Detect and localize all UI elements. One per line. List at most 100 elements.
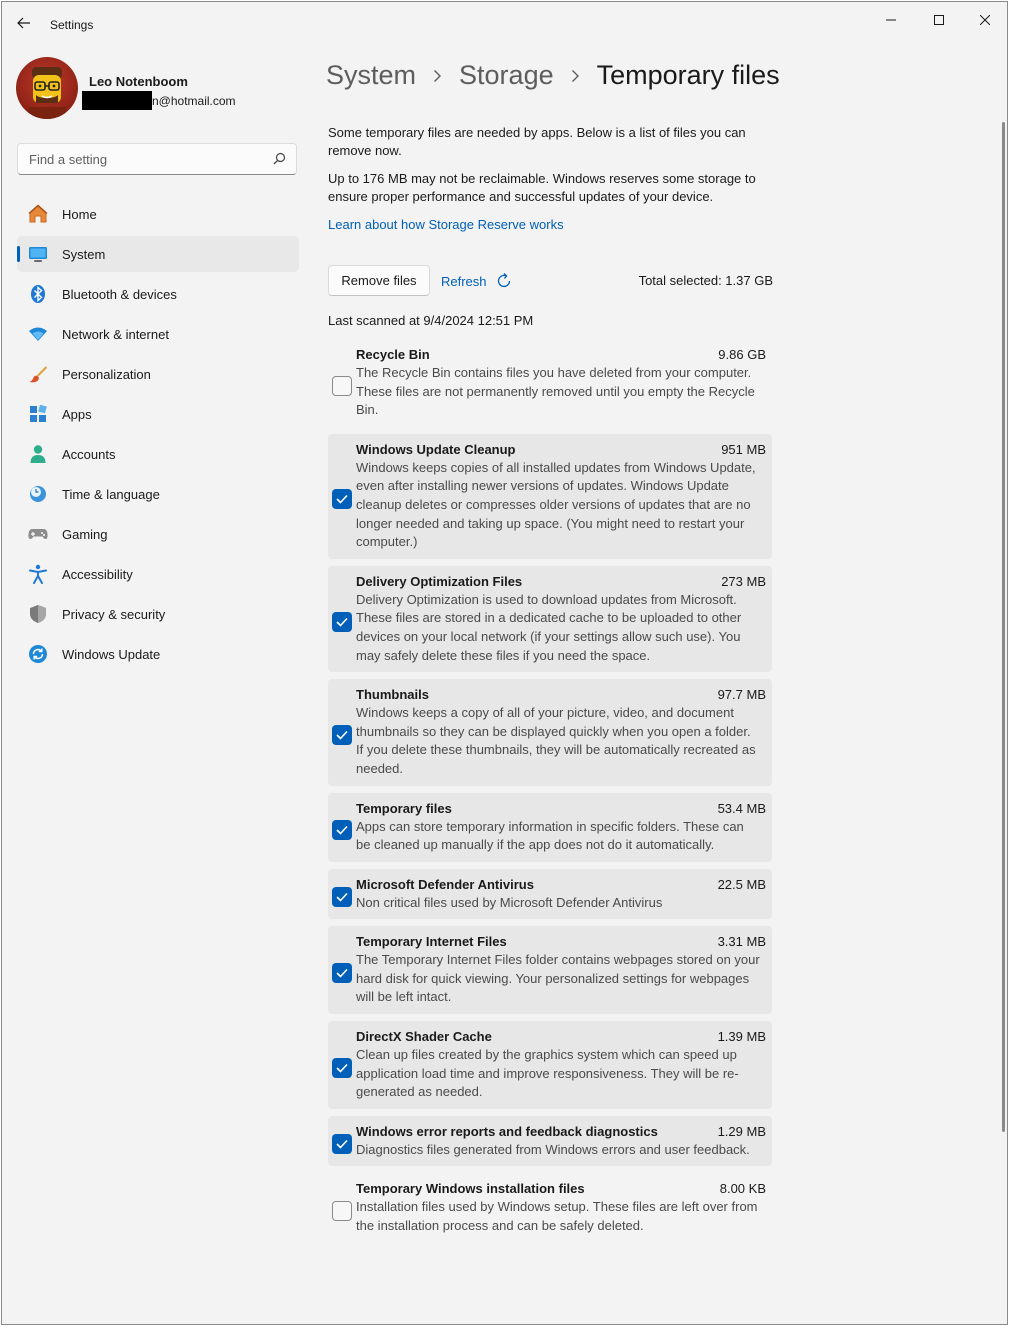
- sidebar-item-label: Bluetooth & devices: [62, 287, 177, 302]
- file-description: Windows keeps copies of all installed up…: [356, 459, 756, 550]
- file-name: Windows Update Cleanup: [356, 441, 516, 457]
- search-icon: [273, 152, 286, 165]
- account-icon: [28, 444, 48, 464]
- file-size: 1.29 MB: [717, 1123, 766, 1139]
- checkmark-icon: [336, 969, 348, 978]
- sidebar-item-label: Apps: [62, 407, 92, 422]
- sidebar-item-label: Accounts: [62, 447, 116, 462]
- file-item-temporary-files[interactable]: Temporary files 53.4 MB Apps can store te…: [328, 792, 772, 862]
- file-size: 9.86 GB: [718, 347, 766, 362]
- file-item-windows-update-cleanup[interactable]: Windows Update Cleanup 951 MB Windows kee…: [328, 433, 772, 559]
- file-size: 22.5 MB: [717, 876, 766, 892]
- checkmark-icon: [336, 731, 348, 740]
- sidebar-item-personalization[interactable]: Personalization: [17, 356, 299, 392]
- sidebar-item-label: System: [62, 247, 106, 262]
- sidebar-item-accessibility[interactable]: Accessibility: [17, 556, 299, 592]
- total-selected: Total selected: 1.37 GB: [638, 273, 773, 288]
- sidebar-item-gaming[interactable]: Gaming: [17, 516, 299, 552]
- file-description: The Temporary Internet Files folder cont…: [356, 952, 760, 1005]
- close-icon: [980, 15, 990, 25]
- vertical-scrollbar[interactable]: [1002, 122, 1005, 1132]
- file-item-directx-shader-cache[interactable]: DirectX Shader Cache 1.39 MB Clean up fil…: [328, 1021, 772, 1109]
- sidebar-item-accounts[interactable]: Accounts: [17, 436, 299, 472]
- intro-text-2: Up to 176 MB may not be reclaimable. Win…: [328, 171, 756, 204]
- checkbox[interactable]: [332, 1057, 352, 1078]
- search-input[interactable]: Find a setting: [17, 143, 297, 175]
- checkmark-icon: [336, 495, 348, 504]
- sidebar-item-system[interactable]: System: [17, 236, 299, 272]
- checkmark-icon: [336, 617, 348, 627]
- checkmark-icon: [336, 892, 348, 902]
- title-bar: Settings: [2, 2, 1007, 42]
- refresh-label: Refresh: [441, 273, 487, 289]
- back-button[interactable]: [12, 12, 36, 34]
- file-size: 97.7 MB: [717, 687, 766, 703]
- sidebar-item-apps[interactable]: Apps: [17, 396, 299, 432]
- file-item-windows-installation-files[interactable]: Temporary Windows installation files 8.00…: [328, 1173, 772, 1242]
- breadcrumb-storage[interactable]: Storage: [459, 60, 554, 91]
- file-name: Microsoft Defender Antivirus: [356, 876, 534, 892]
- checkbox[interactable]: [332, 489, 352, 510]
- home-icon: [28, 204, 48, 224]
- checkbox[interactable]: [332, 725, 352, 746]
- file-item-delivery-optimization[interactable]: Delivery Optimization Files 273 MB Delive…: [328, 565, 772, 673]
- refresh-button[interactable]: Refresh: [441, 272, 513, 290]
- file-size: 273 MB: [721, 573, 766, 589]
- checkbox[interactable]: [332, 963, 352, 984]
- bluetooth-icon: [28, 284, 48, 304]
- file-item-temporary-internet-files[interactable]: Temporary Internet Files 3.31 MB The Temp…: [328, 926, 772, 1015]
- file-description: Diagnostics files generated from Windows…: [356, 1141, 750, 1157]
- sidebar-item-windows-update[interactable]: Windows Update: [17, 636, 299, 672]
- sidebar-item-time-language[interactable]: Time & language: [17, 476, 299, 512]
- file-name: Recycle Bin: [356, 347, 430, 362]
- file-item-error-reports[interactable]: Windows error reports and feedback diagn…: [328, 1115, 772, 1167]
- file-size: 3.31 MB: [717, 934, 766, 950]
- checkmark-icon: [336, 826, 348, 835]
- gamepad-icon: [28, 524, 48, 544]
- user-name: Leo Notenboom: [89, 74, 188, 89]
- user-email-text: n@hotmail.com: [152, 93, 236, 108]
- checkbox[interactable]: [332, 611, 352, 632]
- file-item-thumbnails[interactable]: Thumbnails 97.7 MB Windows keeps a copy o…: [328, 679, 772, 786]
- file-description: Windows keeps a copy of all of your pict…: [356, 705, 756, 776]
- file-item-defender-antivirus[interactable]: Microsoft Defender Antivirus 22.5 MB Non …: [328, 868, 772, 920]
- file-name: Temporary Internet Files: [356, 934, 507, 950]
- minimize-button[interactable]: [868, 6, 914, 34]
- brush-icon: [28, 364, 48, 384]
- search-placeholder: Find a setting: [29, 152, 108, 167]
- chevron-right-icon: [433, 69, 442, 83]
- checkbox[interactable]: [332, 820, 352, 841]
- file-name: Delivery Optimization Files: [356, 573, 523, 589]
- sidebar-item-label: Windows Update: [62, 647, 161, 662]
- wifi-icon: [28, 324, 48, 344]
- checkbox[interactable]: [332, 886, 352, 907]
- checkmark-icon: [336, 1063, 348, 1073]
- refresh-icon: [497, 273, 510, 288]
- file-item-recycle-bin[interactable]: Recycle Bin 9.86 GB The Recycle Bin conta…: [328, 339, 772, 427]
- shield-icon: [28, 604, 48, 624]
- temp-files-list: Recycle Bin 9.86 GB The Recycle Bin conta…: [328, 339, 772, 1250]
- sidebar-item-label: Home: [62, 207, 97, 222]
- storage-reserve-link[interactable]: Learn about how Storage Reserve works: [328, 217, 564, 232]
- checkbox[interactable]: [332, 375, 352, 396]
- sidebar-item-network[interactable]: Network & internet: [17, 316, 299, 352]
- close-button[interactable]: [962, 6, 1007, 34]
- remove-files-button[interactable]: Remove files: [328, 265, 430, 296]
- minimize-icon: [886, 19, 896, 21]
- sidebar-item-label: Personalization: [62, 367, 151, 382]
- accessibility-icon: [28, 564, 48, 584]
- sidebar-item-home[interactable]: Home: [17, 196, 299, 232]
- maximize-button[interactable]: [916, 6, 962, 34]
- checkbox[interactable]: [332, 1134, 352, 1155]
- sidebar-item-label: Network & internet: [62, 327, 169, 342]
- sidebar-item-bluetooth[interactable]: Bluetooth & devices: [17, 276, 299, 312]
- sidebar-item-privacy[interactable]: Privacy & security: [17, 596, 299, 632]
- system-icon: [28, 244, 48, 264]
- last-scanned: Last scanned at 9/4/2024 12:51 PM: [328, 313, 534, 328]
- file-description: Delivery Optimization is used to downloa…: [356, 591, 742, 663]
- checkbox[interactable]: [332, 1201, 352, 1222]
- app-title: Settings: [50, 18, 94, 32]
- file-name: Windows error reports and feedback diagn…: [356, 1123, 658, 1139]
- sidebar-item-label: Privacy & security: [62, 607, 166, 622]
- breadcrumb-system[interactable]: System: [326, 60, 416, 91]
